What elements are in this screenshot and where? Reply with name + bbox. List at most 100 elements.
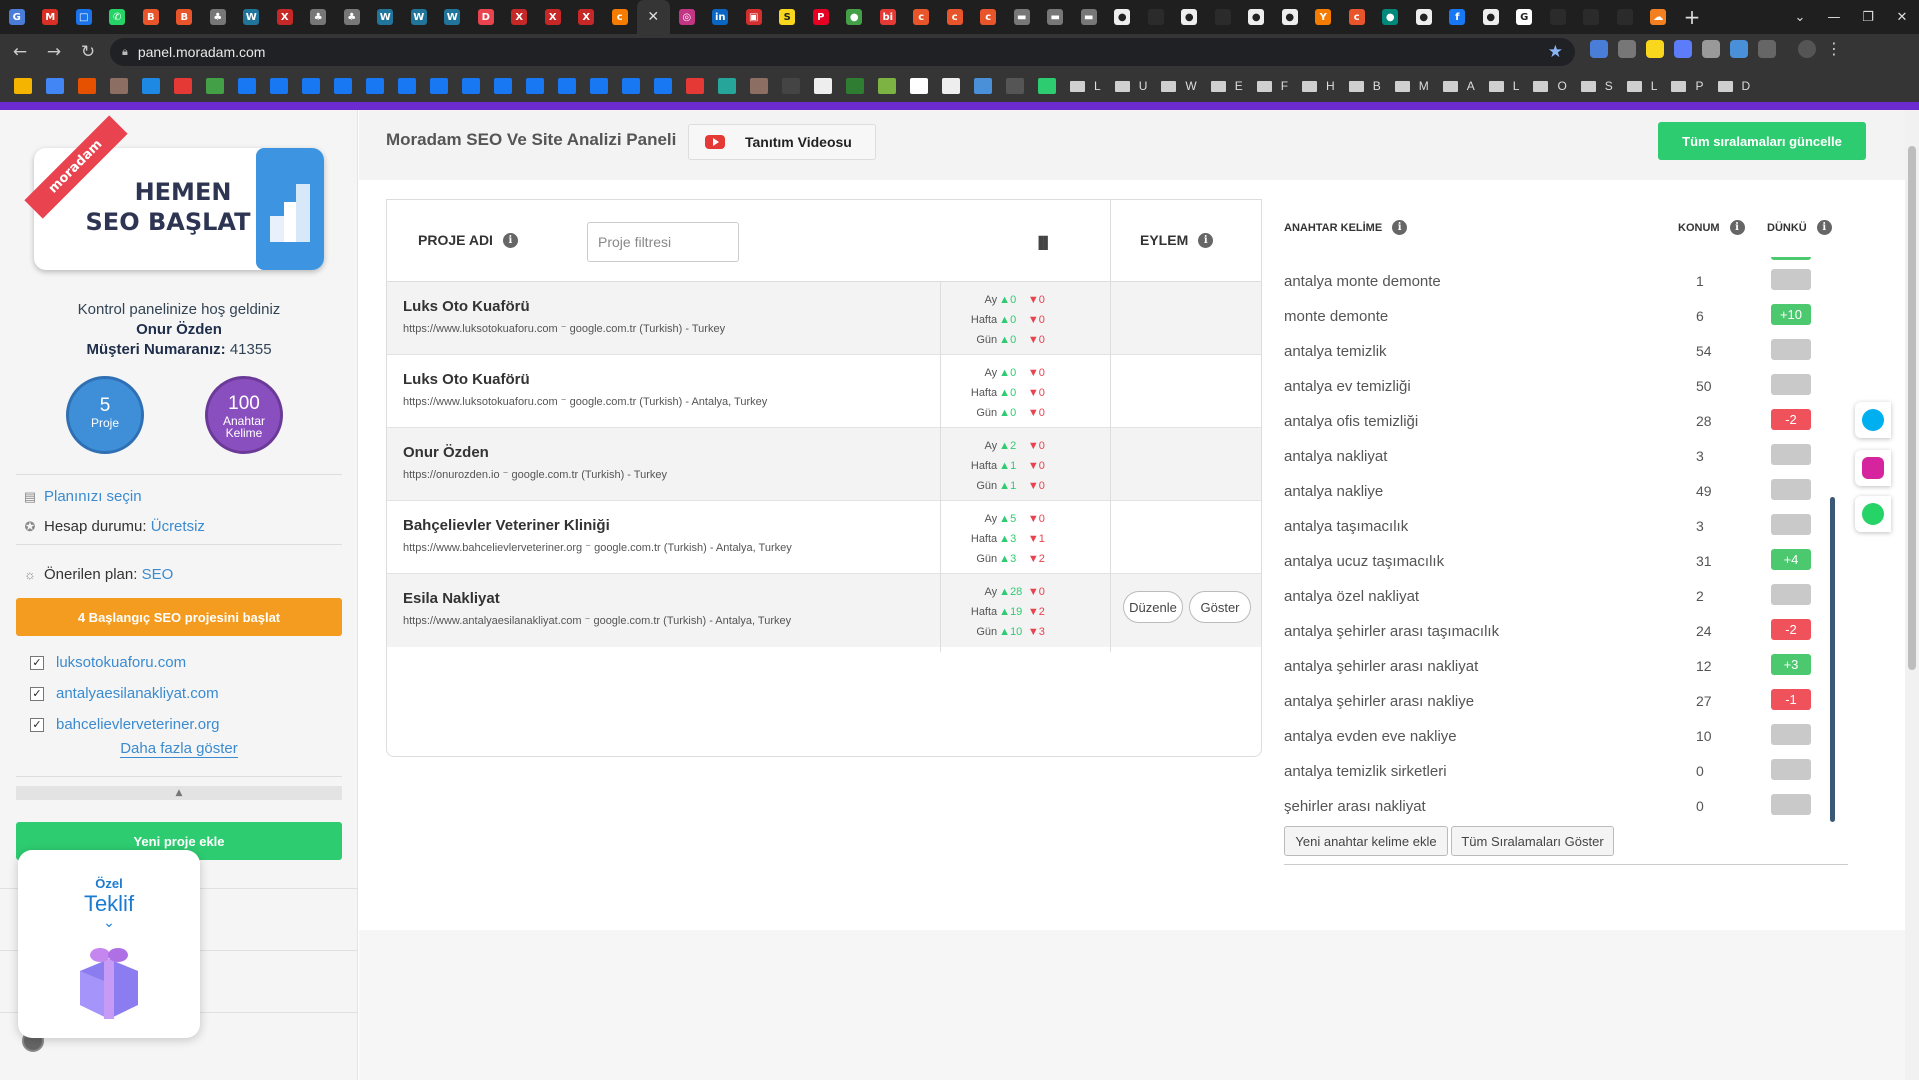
keyword-row[interactable]: antalya temizlik 54 bbox=[1284, 335, 1844, 370]
cloud-tab[interactable]: ☁ bbox=[1642, 0, 1676, 34]
github-tab[interactable]: ● bbox=[1106, 0, 1140, 34]
active-tab[interactable]: ✕ bbox=[636, 0, 670, 34]
keyword-name[interactable]: antalya şehirler arası nakliyat bbox=[1284, 658, 1478, 675]
bookmark-icon[interactable] bbox=[302, 78, 320, 94]
keyword-name[interactable]: antalya nakliyat bbox=[1284, 448, 1387, 465]
select-plan-label[interactable]: Planınızı seçin bbox=[44, 488, 142, 505]
site-name[interactable]: bahcelievlerveteriner.org bbox=[56, 716, 219, 733]
site-item[interactable]: ✓ antalyaesilanakliyat.com bbox=[30, 685, 219, 702]
keyword-row[interactable]: antalya ucuz taşımacılık 31 +4 bbox=[1284, 545, 1844, 580]
edit-button[interactable]: Düzenle bbox=[1123, 591, 1183, 623]
bookmark-folder[interactable]: D bbox=[1717, 79, 1750, 93]
translate-extension-icon[interactable] bbox=[1590, 40, 1608, 58]
project-row[interactable]: Luks Oto Kuaförü https://www.luksotokuafo… bbox=[387, 355, 1261, 428]
keyword-name[interactable]: antalya şehirler arası nakliye bbox=[1284, 693, 1474, 710]
keyword-name[interactable]: antalya taşımacılık bbox=[1284, 518, 1408, 535]
pen-extension-icon[interactable] bbox=[1702, 40, 1720, 58]
project-row[interactable]: Onur Özden https://onurozden.io ⁻ google.… bbox=[387, 428, 1261, 501]
pinterest-tab[interactable]: P bbox=[804, 0, 838, 34]
bookmark-folder[interactable]: L bbox=[1070, 79, 1101, 93]
bookmark-folder[interactable]: U bbox=[1114, 79, 1147, 93]
teal-tab[interactable]: ● bbox=[1374, 0, 1408, 34]
keyword-name[interactable]: antalya evden eve nakliye bbox=[1284, 728, 1457, 745]
bookmark-icon[interactable] bbox=[814, 78, 832, 94]
keyword-name[interactable]: antalya ucuz taşımacılık bbox=[1284, 553, 1444, 570]
x-tab-2[interactable]: X bbox=[503, 0, 537, 34]
keyword-name[interactable]: antalya şehirler arası taşımacılık bbox=[1284, 623, 1499, 640]
project-name[interactable]: Esila Nakliyat bbox=[403, 590, 500, 607]
car-tab-2[interactable]: ▬ bbox=[1039, 0, 1073, 34]
ck-tab[interactable]: c bbox=[603, 0, 637, 34]
cp-tab-3[interactable]: c bbox=[972, 0, 1006, 34]
bookmark-folder[interactable]: M bbox=[1394, 79, 1429, 93]
github-tab-5[interactable]: ● bbox=[1407, 0, 1441, 34]
whatsapp-tab[interactable]: ✆ bbox=[101, 0, 135, 34]
restore-icon[interactable]: ❐ bbox=[1851, 0, 1885, 34]
keyword-name[interactable]: antalya nakliye bbox=[1284, 483, 1383, 500]
bookmark-icon[interactable] bbox=[718, 78, 736, 94]
project-row[interactable]: Luks Oto Kuaförü https://www.luksotokuafo… bbox=[387, 282, 1261, 355]
keyword-name[interactable]: antalya özel nakliyat bbox=[1284, 588, 1419, 605]
project-name[interactable]: Onur Özden bbox=[403, 444, 489, 461]
intro-video-label[interactable]: Tanıtım Videosu bbox=[745, 134, 852, 150]
keyword-list-scrollbar[interactable] bbox=[1830, 247, 1835, 822]
bookmark-icon[interactable] bbox=[558, 78, 576, 94]
bookmark-folder[interactable]: L bbox=[1626, 79, 1657, 93]
keyword-row[interactable]: antalya şehirler arası nakliyat 12 +3 bbox=[1284, 650, 1844, 685]
check-extension-icon[interactable] bbox=[1674, 40, 1692, 58]
car-tab-3[interactable]: ▬ bbox=[1072, 0, 1106, 34]
bookmark-folder[interactable]: B bbox=[1348, 79, 1381, 93]
keyword-row[interactable]: antalya nakliye 49 bbox=[1284, 475, 1844, 510]
x-tab[interactable]: X bbox=[268, 0, 302, 34]
bookmark-icon[interactable] bbox=[590, 78, 608, 94]
m-extension-icon[interactable] bbox=[1758, 40, 1776, 58]
tab-search-icon[interactable]: ⌄ bbox=[1783, 0, 1817, 34]
reload-icon[interactable]: ↻ bbox=[74, 42, 102, 62]
bookmark-icon[interactable] bbox=[686, 78, 704, 94]
cp-tab-2[interactable]: c bbox=[938, 0, 972, 34]
show-more-link[interactable]: Daha fazla göster bbox=[0, 740, 358, 758]
wordpress-tab[interactable]: W bbox=[235, 0, 269, 34]
download-extension-icon[interactable] bbox=[1730, 40, 1748, 58]
google-translate-tab[interactable]: G bbox=[0, 0, 34, 34]
site-item[interactable]: ✓ luksotokuaforu.com bbox=[30, 654, 186, 671]
github-tab-4[interactable]: ● bbox=[1273, 0, 1307, 34]
generic-tab-3[interactable]: ♣ bbox=[335, 0, 369, 34]
keyword-row[interactable]: antalya özel nakliyat 2 bbox=[1284, 580, 1844, 615]
keyword-name[interactable]: antalya ev temizliği bbox=[1284, 378, 1411, 395]
site-name[interactable]: luksotokuaforu.com bbox=[56, 654, 186, 671]
info-icon[interactable]: i bbox=[1816, 220, 1832, 235]
site-checkbox[interactable]: ✓ bbox=[30, 717, 44, 732]
site-checkbox[interactable]: ✓ bbox=[30, 655, 44, 670]
red-tab[interactable]: ▣ bbox=[737, 0, 771, 34]
project-name[interactable]: Bahçelievler Veteriner Kliniği bbox=[403, 517, 610, 534]
keyword-row[interactable]: şehirler arası nakliyat 0 bbox=[1284, 790, 1844, 825]
bookmark-icon[interactable] bbox=[366, 78, 384, 94]
generic-tab-2[interactable]: ♣ bbox=[302, 0, 336, 34]
blank-tab[interactable] bbox=[1139, 0, 1173, 34]
car-tab[interactable]: ▬ bbox=[1005, 0, 1039, 34]
keyword-row[interactable]: antalya taşımacılık 3 bbox=[1284, 510, 1844, 545]
page-scrollbar[interactable] bbox=[1905, 110, 1919, 1080]
brave-tab-2[interactable]: B bbox=[168, 0, 202, 34]
keyword-name[interactable]: antalya temizlik sirketleri bbox=[1284, 763, 1447, 780]
dh-tab[interactable]: D bbox=[469, 0, 503, 34]
page-scroll-thumb[interactable] bbox=[1908, 146, 1916, 670]
keyword-name[interactable]: antalya monte demonte bbox=[1284, 273, 1441, 290]
bookmark-icon[interactable] bbox=[750, 78, 768, 94]
bookmark-icon[interactable] bbox=[174, 78, 192, 94]
bookmark-icon[interactable] bbox=[462, 78, 480, 94]
bookmark-icon[interactable] bbox=[942, 78, 960, 94]
site-name[interactable]: antalyaesilanakliyat.com bbox=[56, 685, 219, 702]
github-tab-3[interactable]: ● bbox=[1240, 0, 1274, 34]
project-filter-input[interactable] bbox=[587, 222, 739, 262]
keyword-row[interactable]: monte demonte 6 +10 bbox=[1284, 300, 1844, 335]
wordpress-tab-4[interactable]: W bbox=[436, 0, 470, 34]
site-item[interactable]: ✓ bahcelievlerveteriner.org bbox=[30, 716, 219, 733]
blank-tab-4[interactable] bbox=[1575, 0, 1609, 34]
instagram-tab[interactable]: ◎ bbox=[670, 0, 704, 34]
account-status-value[interactable]: Ücretsiz bbox=[151, 518, 205, 535]
bookmark-icon[interactable] bbox=[782, 78, 800, 94]
bookmark-icon[interactable] bbox=[110, 78, 128, 94]
keyword-name[interactable]: şehirler arası nakliyat bbox=[1284, 798, 1426, 815]
